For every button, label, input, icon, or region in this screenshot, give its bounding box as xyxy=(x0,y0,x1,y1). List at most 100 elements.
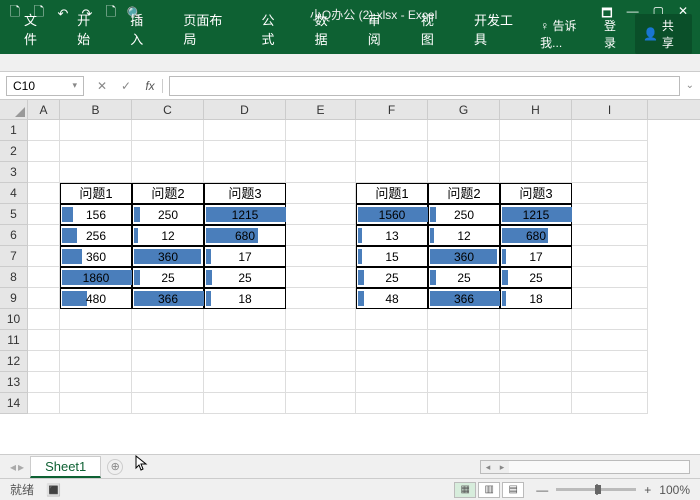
cell[interactable] xyxy=(28,372,60,393)
row-header[interactable]: 10 xyxy=(0,309,28,330)
cell[interactable]: 问题1 xyxy=(60,183,132,204)
cell[interactable] xyxy=(500,351,572,372)
cell[interactable]: 15 xyxy=(356,246,428,267)
cell[interactable] xyxy=(356,120,428,141)
cell[interactable] xyxy=(28,267,60,288)
next-sheet-icon[interactable]: ▸ xyxy=(18,460,24,474)
cell[interactable] xyxy=(60,372,132,393)
cell[interactable]: 问题2 xyxy=(132,183,204,204)
cell[interactable] xyxy=(572,246,648,267)
tab-view[interactable]: 视图 xyxy=(409,6,458,54)
cell[interactable]: 25 xyxy=(356,267,428,288)
cell[interactable] xyxy=(500,162,572,183)
cell[interactable] xyxy=(204,393,286,414)
name-box[interactable]: C10 xyxy=(6,76,84,96)
cell[interactable]: 156 xyxy=(60,204,132,225)
cell[interactable] xyxy=(204,372,286,393)
cell[interactable] xyxy=(28,288,60,309)
zoom-slider[interactable] xyxy=(556,488,636,491)
cell[interactable] xyxy=(204,120,286,141)
cell[interactable]: 17 xyxy=(204,246,286,267)
fx-icon[interactable]: fx xyxy=(142,79,158,93)
cell[interactable]: 480 xyxy=(60,288,132,309)
cell[interactable]: 18 xyxy=(204,288,286,309)
row-header[interactable]: 11 xyxy=(0,330,28,351)
cell[interactable]: 1215 xyxy=(204,204,286,225)
cell[interactable] xyxy=(428,351,500,372)
cell[interactable] xyxy=(28,162,60,183)
cell[interactable]: 17 xyxy=(500,246,572,267)
cell[interactable] xyxy=(204,309,286,330)
share-button[interactable]: 👤共享 xyxy=(635,14,692,54)
cell[interactable] xyxy=(356,372,428,393)
cell[interactable] xyxy=(132,351,204,372)
cell[interactable]: 360 xyxy=(60,246,132,267)
cell[interactable] xyxy=(428,330,500,351)
cell[interactable] xyxy=(572,288,648,309)
cell[interactable]: 25 xyxy=(500,267,572,288)
cell[interactable] xyxy=(286,372,356,393)
cell[interactable] xyxy=(286,162,356,183)
tab-file[interactable]: 文件 xyxy=(12,6,61,54)
cell[interactable] xyxy=(428,141,500,162)
cell[interactable]: 问题1 xyxy=(356,183,428,204)
cell[interactable] xyxy=(204,141,286,162)
cell[interactable] xyxy=(286,309,356,330)
cell[interactable] xyxy=(28,141,60,162)
cell[interactable] xyxy=(286,183,356,204)
row-header[interactable]: 13 xyxy=(0,372,28,393)
cell[interactable] xyxy=(60,162,132,183)
col-header[interactable]: E xyxy=(286,100,356,119)
cell[interactable] xyxy=(572,267,648,288)
cell[interactable]: 360 xyxy=(132,246,204,267)
cell[interactable] xyxy=(132,330,204,351)
cell[interactable] xyxy=(500,393,572,414)
sheet-tab[interactable]: Sheet1 xyxy=(30,456,101,478)
cell[interactable]: 1215 xyxy=(500,204,572,225)
cell[interactable]: 360 xyxy=(428,246,500,267)
cell[interactable]: 256 xyxy=(60,225,132,246)
cell[interactable]: 250 xyxy=(132,204,204,225)
cell[interactable] xyxy=(60,141,132,162)
cell[interactable] xyxy=(60,393,132,414)
tab-data[interactable]: 数据 xyxy=(303,6,352,54)
tab-home[interactable]: 开始 xyxy=(65,6,114,54)
normal-view-icon[interactable]: ▦ xyxy=(454,482,476,498)
cell[interactable] xyxy=(572,393,648,414)
cell[interactable] xyxy=(286,246,356,267)
cell[interactable] xyxy=(356,330,428,351)
cell[interactable]: 问题3 xyxy=(204,183,286,204)
cell[interactable] xyxy=(132,393,204,414)
tab-developer[interactable]: 开发工具 xyxy=(462,6,536,54)
cell[interactable] xyxy=(500,372,572,393)
row-header[interactable]: 5 xyxy=(0,204,28,225)
cell[interactable] xyxy=(428,120,500,141)
row-header[interactable]: 8 xyxy=(0,267,28,288)
cell[interactable]: 18 xyxy=(500,288,572,309)
cell[interactable] xyxy=(28,246,60,267)
col-header[interactable]: B xyxy=(60,100,132,119)
cell[interactable] xyxy=(28,393,60,414)
cell[interactable] xyxy=(286,204,356,225)
col-header[interactable]: H xyxy=(500,100,572,119)
cell[interactable] xyxy=(572,309,648,330)
row-header[interactable]: 2 xyxy=(0,141,28,162)
cell[interactable]: 25 xyxy=(132,267,204,288)
col-header[interactable]: D xyxy=(204,100,286,119)
formula-input[interactable] xyxy=(169,76,680,96)
cell[interactable] xyxy=(60,351,132,372)
cell[interactable]: 问题2 xyxy=(428,183,500,204)
horizontal-scrollbar[interactable] xyxy=(480,460,690,474)
cell[interactable] xyxy=(204,330,286,351)
cell[interactable] xyxy=(204,351,286,372)
cell[interactable]: 366 xyxy=(428,288,500,309)
zoom-in-button[interactable]: + xyxy=(644,483,651,497)
page-break-view-icon[interactable]: ▤ xyxy=(502,482,524,498)
cell[interactable] xyxy=(572,330,648,351)
col-header[interactable]: A xyxy=(28,100,60,119)
cell[interactable]: 问题3 xyxy=(500,183,572,204)
login-button[interactable]: 登录 xyxy=(604,17,627,51)
cell[interactable] xyxy=(500,309,572,330)
cell[interactable]: 12 xyxy=(428,225,500,246)
cell[interactable] xyxy=(28,351,60,372)
